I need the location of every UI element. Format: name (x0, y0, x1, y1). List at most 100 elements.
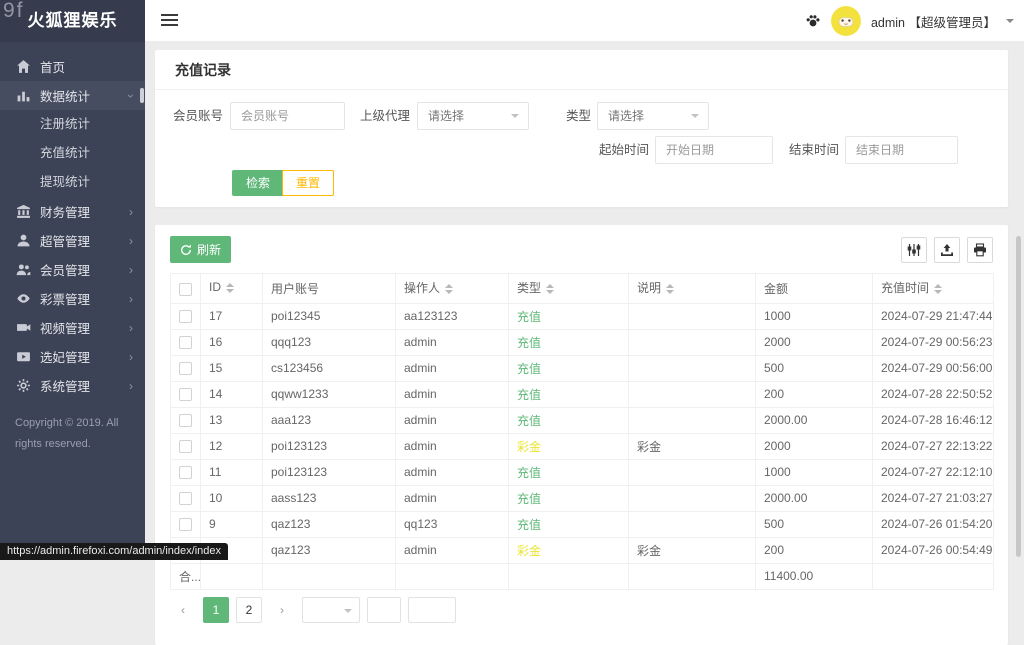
table-row: 9 qaz123 qq123 充值 500 2024-07-26 01:54:20 (170, 510, 994, 538)
sidebar-item-label: 财务管理 (40, 206, 91, 220)
search-button[interactable]: 检索 (232, 170, 285, 196)
cell-time: 2024-07-27 21:03:27 (872, 484, 994, 512)
sidebar: 火狐狸娱乐 首页 数据统计 › 注册统计 充值统计 提现统计 财务管理 › 超管管理 › 会员管理 ›… (0, 0, 145, 560)
cell-id: 9 (200, 510, 263, 538)
row-checkbox[interactable] (179, 388, 192, 402)
type-select[interactable]: 请选择 (597, 102, 709, 130)
page-next-button[interactable]: › (269, 597, 295, 623)
sidebar-item[interactable]: 会员管理 › (0, 255, 145, 284)
sidebar-item[interactable]: 系统管理 › (0, 371, 145, 400)
page-number-button[interactable]: 2 (236, 596, 262, 623)
cell-note (628, 328, 756, 356)
cell-amount: 2000 (755, 432, 873, 460)
sidebar-item[interactable]: 视频管理 › (0, 313, 145, 342)
cell-amount: 2000 (755, 328, 873, 356)
table-row: 13 aaa123 admin 充值 2000.00 2024-07-28 16:46:1… (170, 406, 994, 434)
page-size-select[interactable] (302, 596, 360, 623)
cell-id: 16 (200, 328, 263, 356)
sidebar-item[interactable]: 彩票管理 › (0, 284, 145, 313)
page-prev-button[interactable]: ‹ (170, 597, 196, 623)
sort-icon[interactable] (546, 280, 555, 298)
total-amount: 11400.00 (755, 562, 873, 590)
agent-label: 上级代理 (360, 109, 411, 123)
chevron-right-icon: › (129, 204, 133, 219)
chevron-right-icon: › (129, 233, 133, 248)
cell-time: 2024-07-26 01:54:20 (872, 510, 994, 538)
video-icon (16, 320, 31, 335)
column-header[interactable]: 充值时间 (872, 273, 994, 304)
page-number-button[interactable]: 1 (203, 596, 229, 623)
chevron-right-icon: › (129, 291, 133, 306)
column-header[interactable]: 说明 (628, 273, 756, 304)
cell-time: 2024-07-29 00:56:23 (872, 328, 994, 356)
cell-time: 2024-07-29 00:56:00 (872, 354, 994, 382)
row-checkbox[interactable] (179, 362, 192, 376)
select-all-cell (170, 273, 201, 304)
sort-icon[interactable] (445, 280, 454, 298)
filter-columns-icon[interactable] (901, 236, 927, 263)
cell-account: poi123123 (262, 432, 396, 460)
cell-amount: 2000.00 (755, 406, 873, 434)
type-badge: 充值 (517, 491, 542, 506)
cell-id: 11 (200, 458, 263, 486)
column-header: 用户账号 (262, 273, 396, 304)
sort-icon[interactable] (226, 279, 234, 297)
sidebar-subitem[interactable]: 提现统计 (0, 168, 145, 197)
cell-time: 2024-07-27 22:12:10 (872, 458, 994, 486)
column-header[interactable]: 操作人 (395, 273, 509, 304)
page-scrollbar-thumb[interactable] (1016, 236, 1021, 557)
cell-operator: admin (395, 536, 509, 564)
theme-icon[interactable] (805, 13, 821, 29)
chevron-down-icon[interactable] (1006, 19, 1014, 27)
cell-amount: 500 (755, 354, 873, 382)
sidebar-item[interactable]: 选妃管理 › (0, 342, 145, 371)
cell-account: poi123123 (262, 458, 396, 486)
column-header[interactable]: 类型 (508, 273, 629, 304)
bank-icon (16, 204, 31, 219)
watermark: 9f (3, 0, 25, 22)
sidebar-subitem[interactable]: 注册统计 (0, 110, 145, 139)
row-checkbox[interactable] (179, 466, 192, 480)
members-icon (16, 262, 31, 277)
cell-operator: admin (395, 432, 509, 460)
type-badge: 充值 (517, 387, 542, 402)
sidebar-scrollbar-thumb[interactable] (140, 88, 144, 103)
sidebar-item[interactable]: 超管管理 › (0, 226, 145, 255)
sidebar-item[interactable]: 首页 (0, 52, 145, 81)
row-checkbox[interactable] (179, 440, 192, 454)
row-checkbox[interactable] (179, 518, 192, 532)
page-jump-confirm[interactable] (408, 596, 456, 623)
row-checkbox[interactable] (179, 336, 192, 350)
lottery-icon (16, 291, 31, 306)
sort-icon[interactable] (666, 280, 675, 298)
agent-select[interactable]: 请选择 (417, 102, 529, 130)
sidebar-subitem[interactable]: 充值统计 (0, 139, 145, 168)
row-checkbox[interactable] (179, 492, 192, 506)
print-icon[interactable] (967, 236, 993, 263)
member-account-input[interactable] (230, 102, 345, 130)
cell-operator: admin (395, 354, 509, 382)
start-date-input[interactable] (655, 136, 773, 164)
sidebar-item-label: 彩票管理 (40, 293, 91, 307)
row-checkbox[interactable] (179, 310, 192, 324)
cell-account: qqq123 (262, 328, 396, 356)
row-checkbox[interactable] (179, 414, 192, 428)
user-menu[interactable]: admin 【超级管理员】 (871, 12, 996, 31)
sort-icon[interactable] (934, 280, 943, 298)
end-date-input[interactable] (845, 136, 958, 164)
cell-operator: admin (395, 406, 509, 434)
avatar[interactable] (830, 6, 861, 36)
select-all-checkbox[interactable] (179, 282, 192, 296)
column-header[interactable]: ID (200, 273, 263, 304)
sidebar-item[interactable]: 财务管理 › (0, 197, 145, 226)
refresh-button[interactable]: 刷新 (170, 236, 232, 263)
sidebar-item[interactable]: 数据统计 › (0, 81, 145, 110)
cell-amount: 200 (755, 380, 873, 408)
reset-button[interactable]: 重置 (282, 170, 335, 196)
menu-toggle-icon[interactable] (161, 14, 178, 29)
sidebar-item-label: 系统管理 (40, 380, 91, 394)
page-jump-input[interactable] (367, 596, 401, 623)
cell-time: 2024-07-26 00:54:49 (872, 536, 994, 564)
export-icon[interactable] (934, 236, 960, 263)
cell-id: 13 (200, 406, 263, 434)
